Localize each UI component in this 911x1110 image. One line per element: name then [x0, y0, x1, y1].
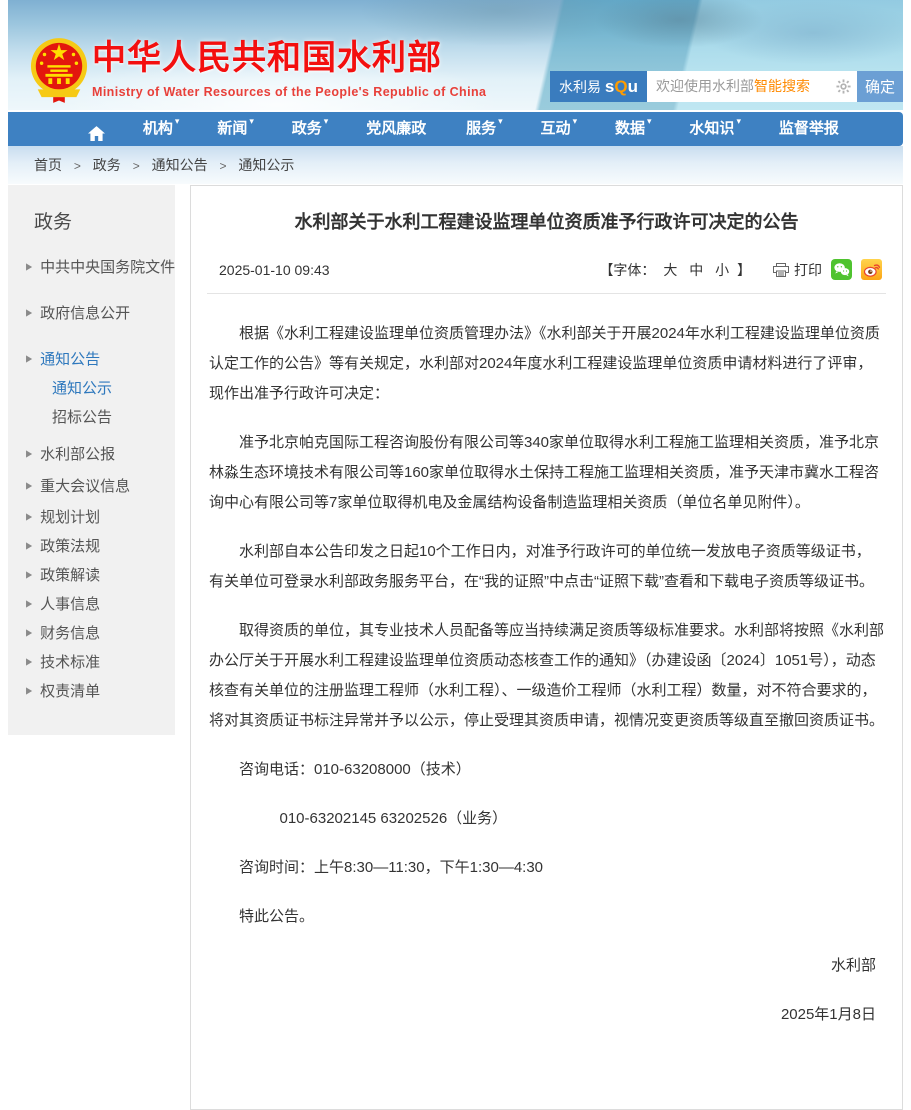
- search-submit-button[interactable]: 确定: [857, 71, 903, 102]
- article-paragraph: 水利部自本公告印发之日起10个工作日内，对准予行政许可的单位统一发放电子资质等级…: [209, 537, 884, 597]
- sidebar-item-zhengfuxinxigongkai[interactable]: ▶政府信息公开: [8, 298, 175, 327]
- font-size-large-button[interactable]: 大: [663, 262, 677, 278]
- triangle-bullet-icon: ▶: [26, 540, 32, 551]
- sidebar-item-caiwuxinxi[interactable]: ▶财务信息: [8, 618, 175, 647]
- search-brand-text: 水利易: [559, 77, 601, 97]
- sidebar-subitem-tongzhigongshi[interactable]: 通知公示: [8, 373, 175, 402]
- nav-home[interactable]: [88, 117, 105, 141]
- breadcrumb-separator: >: [74, 159, 81, 173]
- nav-item-jiandujubao[interactable]: 监督举报: [779, 112, 841, 146]
- article-paragraph-phone-tech: 咨询电话：010-63208000（技术）: [209, 755, 884, 785]
- site-title-block: 中华人民共和国水利部 Ministry of Water Resources o…: [92, 30, 486, 99]
- font-size-control: 【字体： 大 中 小 】: [599, 260, 751, 280]
- breadcrumb: 首页 > 政务 > 通知公告 > 通知公示: [8, 146, 903, 184]
- article-paragraph: 准予北京帕克国际工程咨询股份有限公司等340家单位取得水利工程施工监理相关资质，…: [209, 428, 884, 518]
- breadcrumb-tongzhigonggao[interactable]: 通知公告: [152, 157, 208, 173]
- article-sign-date: 2025年1月8日: [209, 1000, 876, 1030]
- nav-item-fuwu[interactable]: 服务▾: [466, 112, 503, 146]
- site-subtitle: Ministry of Water Resources of the Peopl…: [92, 85, 486, 99]
- nav-item-dangfenglianzheng[interactable]: 党风廉政: [366, 112, 428, 146]
- chevron-down-icon: ▾: [324, 112, 329, 130]
- search-box: 欢迎使用水利部智能搜索: [647, 71, 857, 102]
- sidebar-item-zhengcejiedu[interactable]: ▶政策解读: [8, 560, 175, 589]
- triangle-bullet-icon: ▶: [26, 656, 32, 667]
- home-icon: [88, 126, 105, 141]
- search-brand-u: u: [628, 77, 638, 97]
- chevron-down-icon: ▾: [736, 112, 741, 130]
- article-date: 2025-01-10 09:43: [219, 262, 330, 278]
- nav-item-shuizhishi[interactable]: 水知识▾: [689, 112, 741, 146]
- triangle-bullet-icon: ▶: [26, 261, 32, 272]
- chevron-down-icon: ▾: [249, 112, 254, 130]
- gear-icon[interactable]: [836, 79, 851, 94]
- triangle-bullet-icon: ▶: [26, 569, 32, 580]
- chevron-down-icon: ▾: [647, 112, 652, 130]
- sidebar-item-shuilibugongbao[interactable]: ▶水利部公报: [8, 439, 175, 468]
- article-tools: 【字体： 大 中 小 】 打印: [599, 259, 882, 280]
- sidebar-item-zhengcefagui[interactable]: ▶政策法规: [8, 531, 175, 560]
- article-paragraph-hours: 咨询时间：上午8:30—11:30，下午1:30—4:30: [209, 853, 884, 883]
- article-paragraph-phone-business: 010-63202145 63202526（业务）: [209, 804, 884, 834]
- printer-icon: [773, 263, 789, 277]
- search-input[interactable]: [647, 71, 857, 102]
- sidebar-item-jishubiaozhun[interactable]: ▶技术标准: [8, 647, 175, 676]
- article-title: 水利部关于水利工程建设监理单位资质准予行政许可决定的公告: [237, 209, 856, 235]
- nav-item-jigou[interactable]: 机构▾: [143, 112, 180, 146]
- triangle-bullet-icon: ▶: [26, 627, 32, 638]
- chevron-down-icon: ▾: [175, 112, 180, 130]
- breadcrumb-separator: >: [219, 159, 226, 173]
- sidebar-subitem-zhaobiaogonggao[interactable]: 招标公告: [8, 402, 175, 431]
- font-label-close: 】: [737, 262, 751, 278]
- site-title: 中华人民共和国水利部: [92, 30, 486, 79]
- breadcrumb-zhengwu[interactable]: 政务: [93, 157, 121, 173]
- nav-item-shuju[interactable]: 数据▾: [615, 112, 652, 146]
- article-meta-row: 2025-01-10 09:43 【字体： 大 中 小 】: [207, 259, 886, 294]
- triangle-bullet-icon: ▶: [26, 353, 32, 364]
- font-size-small-button[interactable]: 小: [715, 262, 729, 278]
- chevron-down-icon: ▾: [573, 112, 578, 130]
- main-area: 政务 ▶中共中央国务院文件 ▶政府信息公开 ▶通知公告 通知公示 招标公告 ▶水…: [8, 185, 903, 1110]
- print-label: 打印: [794, 260, 822, 280]
- article-body: 根据《水利工程建设监理单位资质管理办法》《水利部关于开展2024年水利工程建设监…: [207, 294, 886, 1030]
- sidebar-item-zhongdahuiyixinxi[interactable]: ▶重大会议信息: [8, 471, 175, 500]
- breadcrumb-home[interactable]: 首页: [34, 157, 62, 173]
- article-signature: 水利部: [209, 951, 876, 981]
- search-brand-button[interactable]: 水利易 sQu: [550, 71, 647, 102]
- national-emblem-logo: [30, 33, 88, 107]
- sidebar-item-quanzeqingdan[interactable]: ▶权责清单: [8, 676, 175, 705]
- sidebar-item-guihuajihua[interactable]: ▶规划计划: [8, 502, 175, 531]
- wechat-share-icon[interactable]: [831, 259, 852, 280]
- sidebar-item-zhonggongzhongyang[interactable]: ▶中共中央国务院文件: [8, 252, 175, 281]
- chevron-down-icon: ▾: [498, 112, 503, 130]
- sidebar-item-renshixinxi[interactable]: ▶人事信息: [8, 589, 175, 618]
- main-nav: 机构▾ 新闻▾ 政务▾ 党风廉政 服务▾ 互动▾ 数据▾ 水知识▾ 监督举报: [8, 112, 903, 146]
- magnifier-q-icon: Q: [614, 77, 627, 97]
- font-label-open: 【字体：: [599, 262, 655, 278]
- triangle-bullet-icon: ▶: [26, 307, 32, 318]
- sidebar-item-tongzhigonggao[interactable]: ▶通知公告: [8, 344, 175, 373]
- search-brand-s: s: [605, 77, 614, 97]
- triangle-bullet-icon: ▶: [26, 448, 32, 459]
- font-size-medium-button[interactable]: 中: [689, 262, 703, 278]
- site-banner: 中华人民共和国水利部 Ministry of Water Resources o…: [8, 0, 903, 110]
- search-bar: 水利易 sQu 欢迎使用水利部智能搜索: [550, 71, 903, 102]
- nav-item-hudong[interactable]: 互动▾: [541, 112, 578, 146]
- triangle-bullet-icon: ▶: [26, 685, 32, 696]
- sidebar: 政务 ▶中共中央国务院文件 ▶政府信息公开 ▶通知公告 通知公示 招标公告 ▶水…: [8, 185, 175, 735]
- triangle-bullet-icon: ▶: [26, 598, 32, 609]
- breadcrumb-separator: >: [133, 159, 140, 173]
- sidebar-section-title: 政务: [8, 207, 175, 234]
- article-panel: 水利部关于水利工程建设监理单位资质准予行政许可决定的公告 2025-01-10 …: [190, 185, 903, 1110]
- article-paragraph: 根据《水利工程建设监理单位资质管理办法》《水利部关于开展2024年水利工程建设监…: [209, 319, 884, 409]
- weibo-share-icon[interactable]: [861, 259, 882, 280]
- nav-item-zhengwu[interactable]: 政务▾: [292, 112, 329, 146]
- article-paragraph: 取得资质的单位，其专业技术人员配备等应当持续满足资质等级标准要求。水利部将按照《…: [209, 616, 884, 736]
- triangle-bullet-icon: ▶: [26, 480, 32, 491]
- article-paragraph-closing: 特此公告。: [209, 902, 884, 932]
- nav-item-xinwen[interactable]: 新闻▾: [217, 112, 254, 146]
- triangle-bullet-icon: ▶: [26, 511, 32, 522]
- page: 中华人民共和国水利部 Ministry of Water Resources o…: [8, 0, 903, 1110]
- print-button[interactable]: 打印: [773, 260, 822, 280]
- breadcrumb-tongzhigongshi[interactable]: 通知公示: [238, 157, 294, 173]
